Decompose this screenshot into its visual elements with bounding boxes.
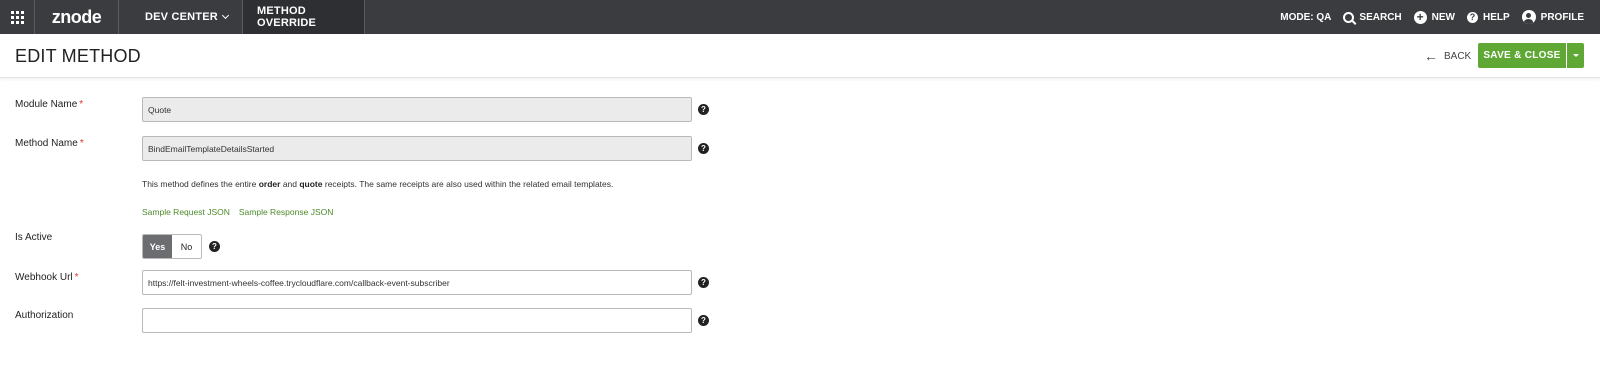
arrow-left-icon: ← <box>1424 48 1438 64</box>
required-marker: * <box>79 99 84 110</box>
help-button[interactable]: ? HELP <box>1466 11 1510 23</box>
description-text: and <box>280 179 300 189</box>
question-circle-icon[interactable]: ? <box>698 143 709 154</box>
right-nav: MODE: QA SEARCH + NEW ? HELP PROFILE <box>1268 0 1584 34</box>
required-marker: * <box>74 272 79 283</box>
search-label: SEARCH <box>1359 11 1402 23</box>
logo-link[interactable]: znode <box>35 0 119 34</box>
method-override-label: METHOD OVERRIDE <box>257 5 317 29</box>
sample-request-json-link[interactable]: Sample Request JSON <box>142 207 230 217</box>
is-active-yes-option[interactable]: Yes <box>143 235 172 258</box>
authorization-label: Authorization <box>15 310 74 321</box>
chevron-down-icon <box>221 11 229 20</box>
mode-label: MODE: QA <box>1280 11 1332 23</box>
required-marker: * <box>79 138 84 149</box>
question-circle-icon[interactable]: ? <box>209 241 220 252</box>
profile-label: PROFILE <box>1540 11 1584 23</box>
question-circle-icon[interactable]: ? <box>698 315 709 326</box>
caret-down-icon <box>1572 54 1579 57</box>
sample-links: Sample Request JSON Sample Response JSON <box>142 207 342 217</box>
webhook-url-label-text: Webhook Url <box>15 272 73 283</box>
new-label: NEW <box>1431 11 1455 23</box>
apps-menu-button[interactable] <box>0 0 35 34</box>
search-icon <box>1343 11 1355 23</box>
is-active-toggle: Yes No <box>142 234 202 259</box>
back-button[interactable]: ← BACK <box>1424 48 1471 64</box>
back-label: BACK <box>1444 50 1472 62</box>
page-title: EDIT METHOD <box>15 46 141 66</box>
webhook-url-field[interactable]: https://felt-investment-wheels-coffee.tr… <box>142 270 692 295</box>
znode-logo: znode <box>51 6 102 27</box>
is-active-label: Is Active <box>15 232 53 243</box>
help-label: HELP <box>1482 11 1510 23</box>
sample-response-json-link[interactable]: Sample Response JSON <box>239 207 334 217</box>
is-active-no-option[interactable]: No <box>172 235 201 258</box>
top-navigation-bar: znode DEV CENTER METHOD OVERRIDE MODE: Q… <box>0 0 1600 34</box>
save-close-button[interactable]: SAVE & CLOSE <box>1478 43 1566 68</box>
user-circle-icon <box>1521 10 1536 24</box>
save-options-dropdown[interactable] <box>1567 43 1584 68</box>
description-bold-quote: quote <box>299 179 323 189</box>
method-name-label-text: Method Name <box>15 138 78 149</box>
module-name-field[interactable]: Quote <box>142 97 692 122</box>
webhook-url-label: Webhook Url * <box>15 272 79 283</box>
description-bold-order: order <box>258 179 281 189</box>
method-description: This method defines the entire order and… <box>142 179 613 189</box>
mode-indicator[interactable]: MODE: QA <box>1280 12 1331 23</box>
apps-grid-icon <box>10 10 24 24</box>
module-name-label: Module Name * <box>15 99 83 110</box>
save-button-group: SAVE & CLOSE <box>1478 43 1584 68</box>
dev-center-label: DEV CENTER <box>145 11 218 23</box>
module-name-label-text: Module Name <box>15 99 78 110</box>
method-name-label: Method Name * <box>15 138 84 149</box>
plus-circle-icon: + <box>1413 10 1427 24</box>
method-name-field[interactable]: BindEmailTemplateDetailsStarted <box>142 136 692 161</box>
question-circle-icon[interactable]: ? <box>698 104 709 115</box>
description-text: This method defines the entire <box>142 179 259 189</box>
page-header: EDIT METHOD ← BACK SAVE & CLOSE <box>0 34 1600 78</box>
tab-method-override[interactable]: METHOD OVERRIDE <box>243 0 365 34</box>
new-button[interactable]: + NEW <box>1413 10 1455 24</box>
search-button[interactable]: SEARCH <box>1343 11 1402 23</box>
profile-button[interactable]: PROFILE <box>1521 10 1584 24</box>
help-circle-icon: ? <box>1466 11 1478 23</box>
question-circle-icon[interactable]: ? <box>698 277 709 288</box>
authorization-field[interactable] <box>142 308 692 333</box>
description-text: receipts. The same receipts are also use… <box>322 179 614 189</box>
dev-center-menu[interactable]: DEV CENTER <box>119 0 243 34</box>
